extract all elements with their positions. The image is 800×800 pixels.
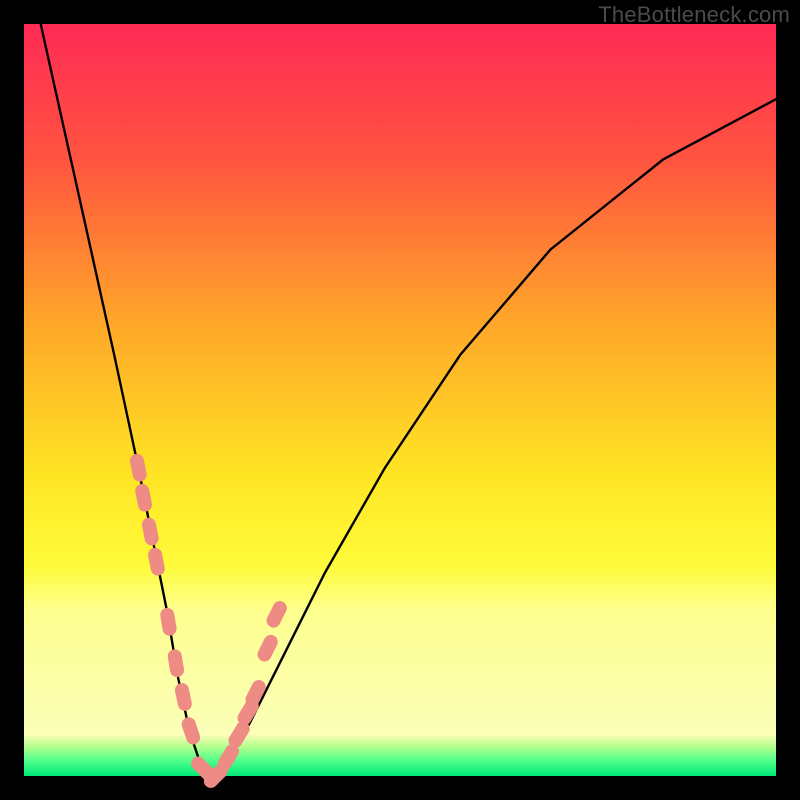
bottleneck-curve: [24, 0, 776, 776]
curve-marker: [134, 483, 153, 513]
curve-marker: [159, 607, 177, 637]
curve-layer: [24, 24, 776, 776]
curve-marker: [174, 682, 194, 712]
curve-marker: [180, 715, 202, 746]
chart-frame: TheBottleneck.com: [0, 0, 800, 800]
curve-marker: [167, 648, 185, 678]
curve-marker: [141, 516, 160, 546]
curve-marker: [255, 633, 280, 664]
curve-marker: [147, 547, 166, 577]
curve-marker: [129, 453, 148, 483]
curve-marker: [264, 599, 289, 630]
watermark-text: TheBottleneck.com: [598, 2, 790, 28]
plot-area: [24, 24, 776, 776]
